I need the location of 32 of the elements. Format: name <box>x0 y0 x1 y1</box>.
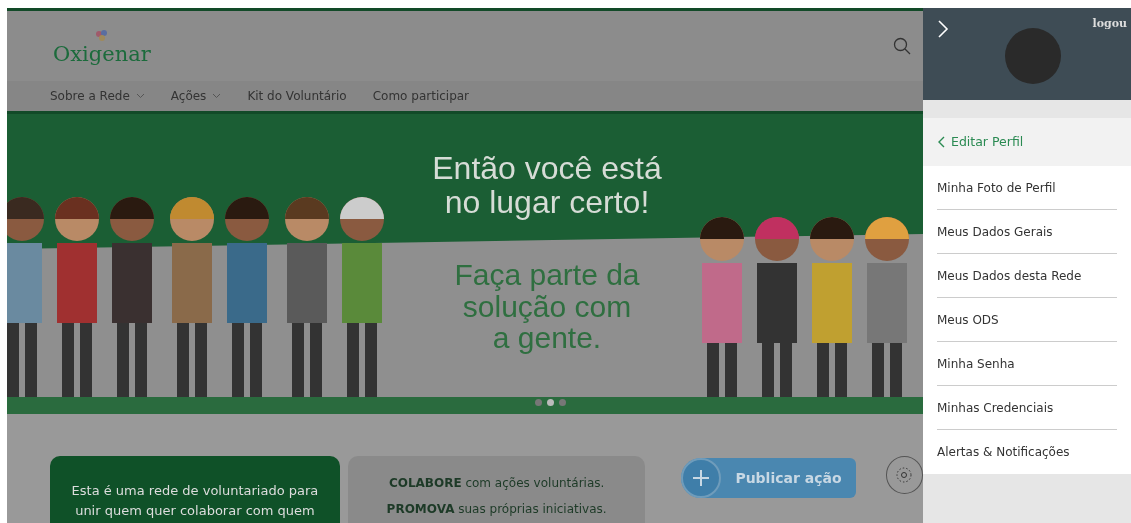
plus-icon <box>692 469 711 487</box>
search-icon[interactable] <box>893 37 911 55</box>
carousel-dot[interactable] <box>547 399 554 406</box>
carousel-dot[interactable] <box>559 399 566 406</box>
nav-link[interactable]: Kit do Voluntário <box>247 87 347 105</box>
profile-menu-item[interactable]: Meus Dados desta Rede <box>937 254 1117 298</box>
chevron-left-icon <box>937 136 945 148</box>
profile-menu-item[interactable]: Minha Foto de Perfil <box>937 166 1117 210</box>
caret-icon <box>212 93 222 99</box>
logout-link[interactable]: logou <box>1092 16 1127 33</box>
nav-link[interactable]: Sobre a Rede <box>50 87 145 105</box>
banner-headline-line: no lugar certo! <box>443 185 651 220</box>
banner-subline-line: solução com <box>462 290 633 322</box>
accessibility-icon <box>895 466 914 484</box>
back-link[interactable]: Editar Perfil <box>923 118 1131 166</box>
banner-subline-line: Faça parte da <box>453 259 641 291</box>
profile-menu-item[interactable]: Minhas Credenciais <box>937 386 1117 430</box>
info-text: PROMOVA suas próprias iniciativas. <box>385 501 608 518</box>
info-text: COLABORE com ações voluntárias. <box>387 475 606 492</box>
nav-link[interactable]: Ações <box>170 87 222 105</box>
profile-menu-item[interactable]: Alertas & Notificações <box>937 430 1117 474</box>
profile-menu-item[interactable]: Meus Dados Gerais <box>937 210 1117 254</box>
profile-menu-item[interactable]: Meus ODS <box>937 298 1117 342</box>
intro-card: Esta é uma rede de voluntariado para unir quem quer colaborar com quem <box>50 456 340 523</box>
nav-link[interactable]: Como participar <box>372 87 470 105</box>
banner-headline-line: Então você está <box>431 152 663 186</box>
carousel-dot[interactable] <box>535 399 542 406</box>
banner-subline-line: a gente. <box>492 322 603 354</box>
profile-menu-item[interactable]: Minha Senha <box>937 342 1117 386</box>
close-panel-chevron-icon[interactable] <box>937 20 949 38</box>
avatar-photo-placeholder[interactable] <box>1005 28 1061 84</box>
caret-icon <box>135 93 145 99</box>
